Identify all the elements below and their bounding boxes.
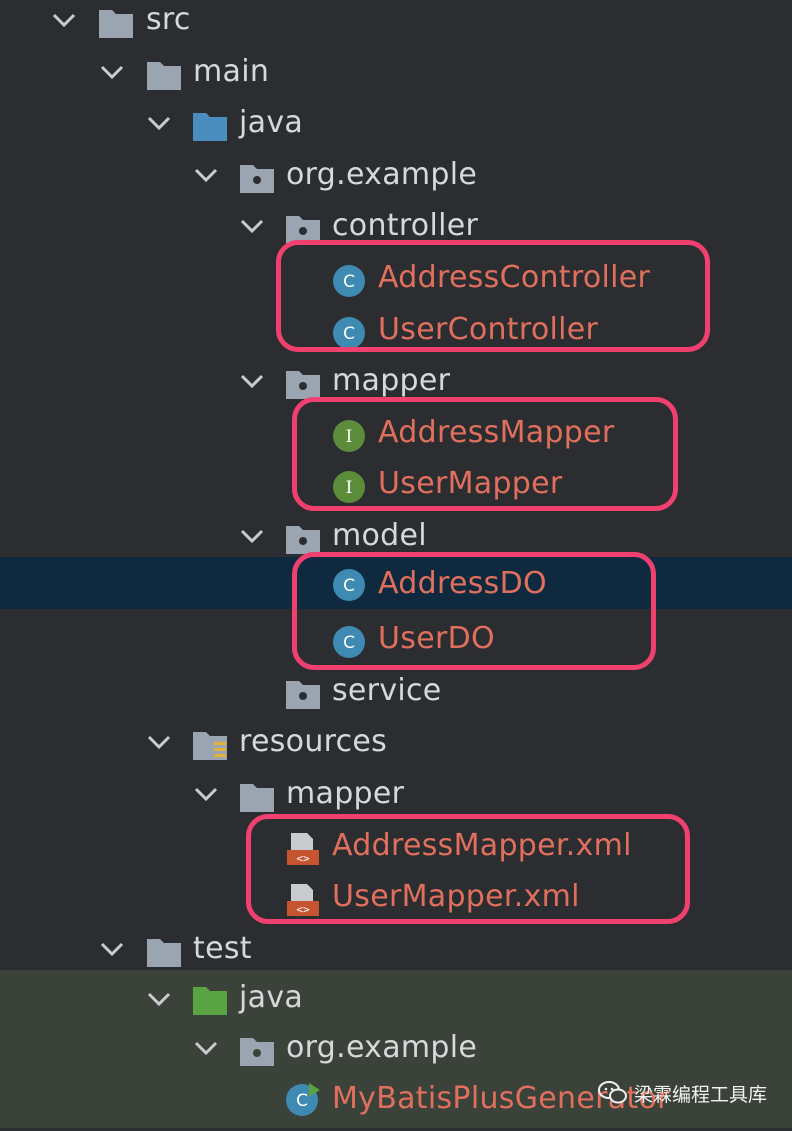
class-icon-letter: C	[343, 272, 355, 292]
chevron-down-icon[interactable]	[50, 6, 78, 34]
test-folder-icon	[193, 987, 227, 1015]
chevron-down-icon[interactable]	[238, 367, 266, 395]
tree-node-address-controller[interactable]: C AddressController	[0, 258, 792, 310]
folder-icon	[240, 784, 274, 812]
tree-node-label: resources	[239, 724, 388, 760]
package-icon	[240, 1038, 274, 1066]
xml-file-icon: <>	[287, 884, 319, 917]
class-icon: C	[333, 265, 365, 297]
tree-node-main-package[interactable]: org.example	[0, 155, 792, 207]
package-icon	[286, 680, 320, 709]
tree-node-user-do[interactable]: C UserDO	[0, 619, 792, 671]
package-icon	[240, 164, 274, 193]
tree-node-service[interactable]: service	[0, 671, 792, 723]
tree-node-label: AddressDO	[378, 566, 547, 601]
tree-node-label: UserController	[378, 311, 599, 347]
chevron-down-icon[interactable]	[145, 728, 173, 756]
chevron-down-icon[interactable]	[145, 109, 173, 137]
interface-icon: I	[333, 419, 365, 452]
interface-icon-letter: I	[346, 478, 353, 498]
xml-icon-tag: <>	[296, 852, 310, 865]
tree-node-label: controller	[332, 208, 479, 244]
package-icon	[286, 216, 320, 245]
class-icon-letter: C	[343, 576, 355, 596]
tree-node-label: java	[239, 980, 304, 1015]
tree-node-label: java	[239, 105, 304, 141]
chevron-down-icon[interactable]	[192, 1034, 220, 1062]
tree-node-resources[interactable]: resources	[0, 722, 792, 774]
tree-node-label: main	[193, 53, 270, 89]
tree-node-label: UserMapper	[378, 466, 563, 502]
class-icon-letter: C	[343, 324, 355, 344]
folder-icon	[147, 61, 181, 90]
tree-node-label: service	[332, 672, 442, 708]
tree-node-main[interactable]: main	[0, 52, 792, 104]
chevron-down-icon[interactable]	[192, 780, 220, 808]
chevron-down-icon[interactable]	[238, 522, 266, 550]
tree-node-resources-mapper[interactable]: mapper	[0, 774, 792, 826]
tree-node-address-mapper-xml[interactable]: <> AddressMapper.xml	[0, 826, 792, 878]
folder-icon	[147, 938, 181, 967]
wechat-icon	[598, 1081, 627, 1104]
resources-folder-icon	[193, 732, 227, 761]
chevron-down-icon[interactable]	[238, 212, 266, 240]
tree-node-label: UserMapper.xml	[332, 879, 580, 915]
tree-node-address-do[interactable]: C AddressDO	[0, 557, 792, 609]
folder-icon	[99, 10, 133, 38]
tree-node-label: mapper	[286, 776, 405, 811]
chevron-down-icon[interactable]	[98, 935, 126, 963]
runnable-class-icon: C	[286, 1083, 320, 1116]
tree-node-label: AddressMapper	[378, 414, 615, 450]
tree-node-label: AddressController	[378, 260, 651, 295]
class-icon: C	[333, 316, 365, 349]
tree-node-controller[interactable]: controller	[0, 206, 792, 258]
package-icon	[286, 526, 320, 554]
source-folder-icon	[193, 113, 227, 142]
tree-node-label: UserDO	[378, 621, 495, 657]
tree-node-src[interactable]: src	[0, 0, 792, 52]
tree-node-label: org.example	[286, 1030, 478, 1065]
chevron-down-icon[interactable]	[98, 58, 126, 86]
interface-icon: I	[333, 471, 365, 504]
xml-icon-tag: <>	[296, 903, 310, 916]
tree-node-test-java[interactable]: java	[0, 970, 792, 1031]
tree-node-user-controller[interactable]: C UserController	[0, 310, 792, 362]
chevron-down-icon[interactable]	[192, 161, 220, 189]
tree-node-label: src	[146, 2, 191, 37]
tree-node-label: org.example	[286, 156, 478, 192]
tree-node-mapper-package[interactable]: mapper	[0, 361, 792, 413]
class-icon-letter: C	[343, 633, 355, 653]
tree-node-user-mapper[interactable]: I UserMapper	[0, 464, 792, 516]
chevron-down-icon[interactable]	[145, 985, 173, 1013]
class-icon: C	[333, 569, 365, 601]
tree-node-label: AddressMapper.xml	[332, 827, 632, 863]
watermark-text: 梁霖编程工具库	[634, 1083, 768, 1106]
tree-node-address-mapper[interactable]: I AddressMapper	[0, 413, 792, 465]
xml-file-icon: <>	[287, 832, 319, 865]
tree-node-user-mapper-xml[interactable]: <> UserMapper.xml	[0, 877, 792, 929]
class-icon: C	[333, 626, 365, 659]
tree-node-label: mapper	[332, 363, 451, 399]
package-icon	[286, 371, 320, 400]
watermark: 梁霖编程工具库	[598, 1076, 767, 1110]
class-icon-letter: C	[296, 1091, 308, 1111]
project-tree: src main java org.example controller C A…	[0, 0, 792, 1128]
tree-node-main-java[interactable]: java	[0, 103, 792, 155]
interface-icon-letter: I	[346, 427, 353, 447]
